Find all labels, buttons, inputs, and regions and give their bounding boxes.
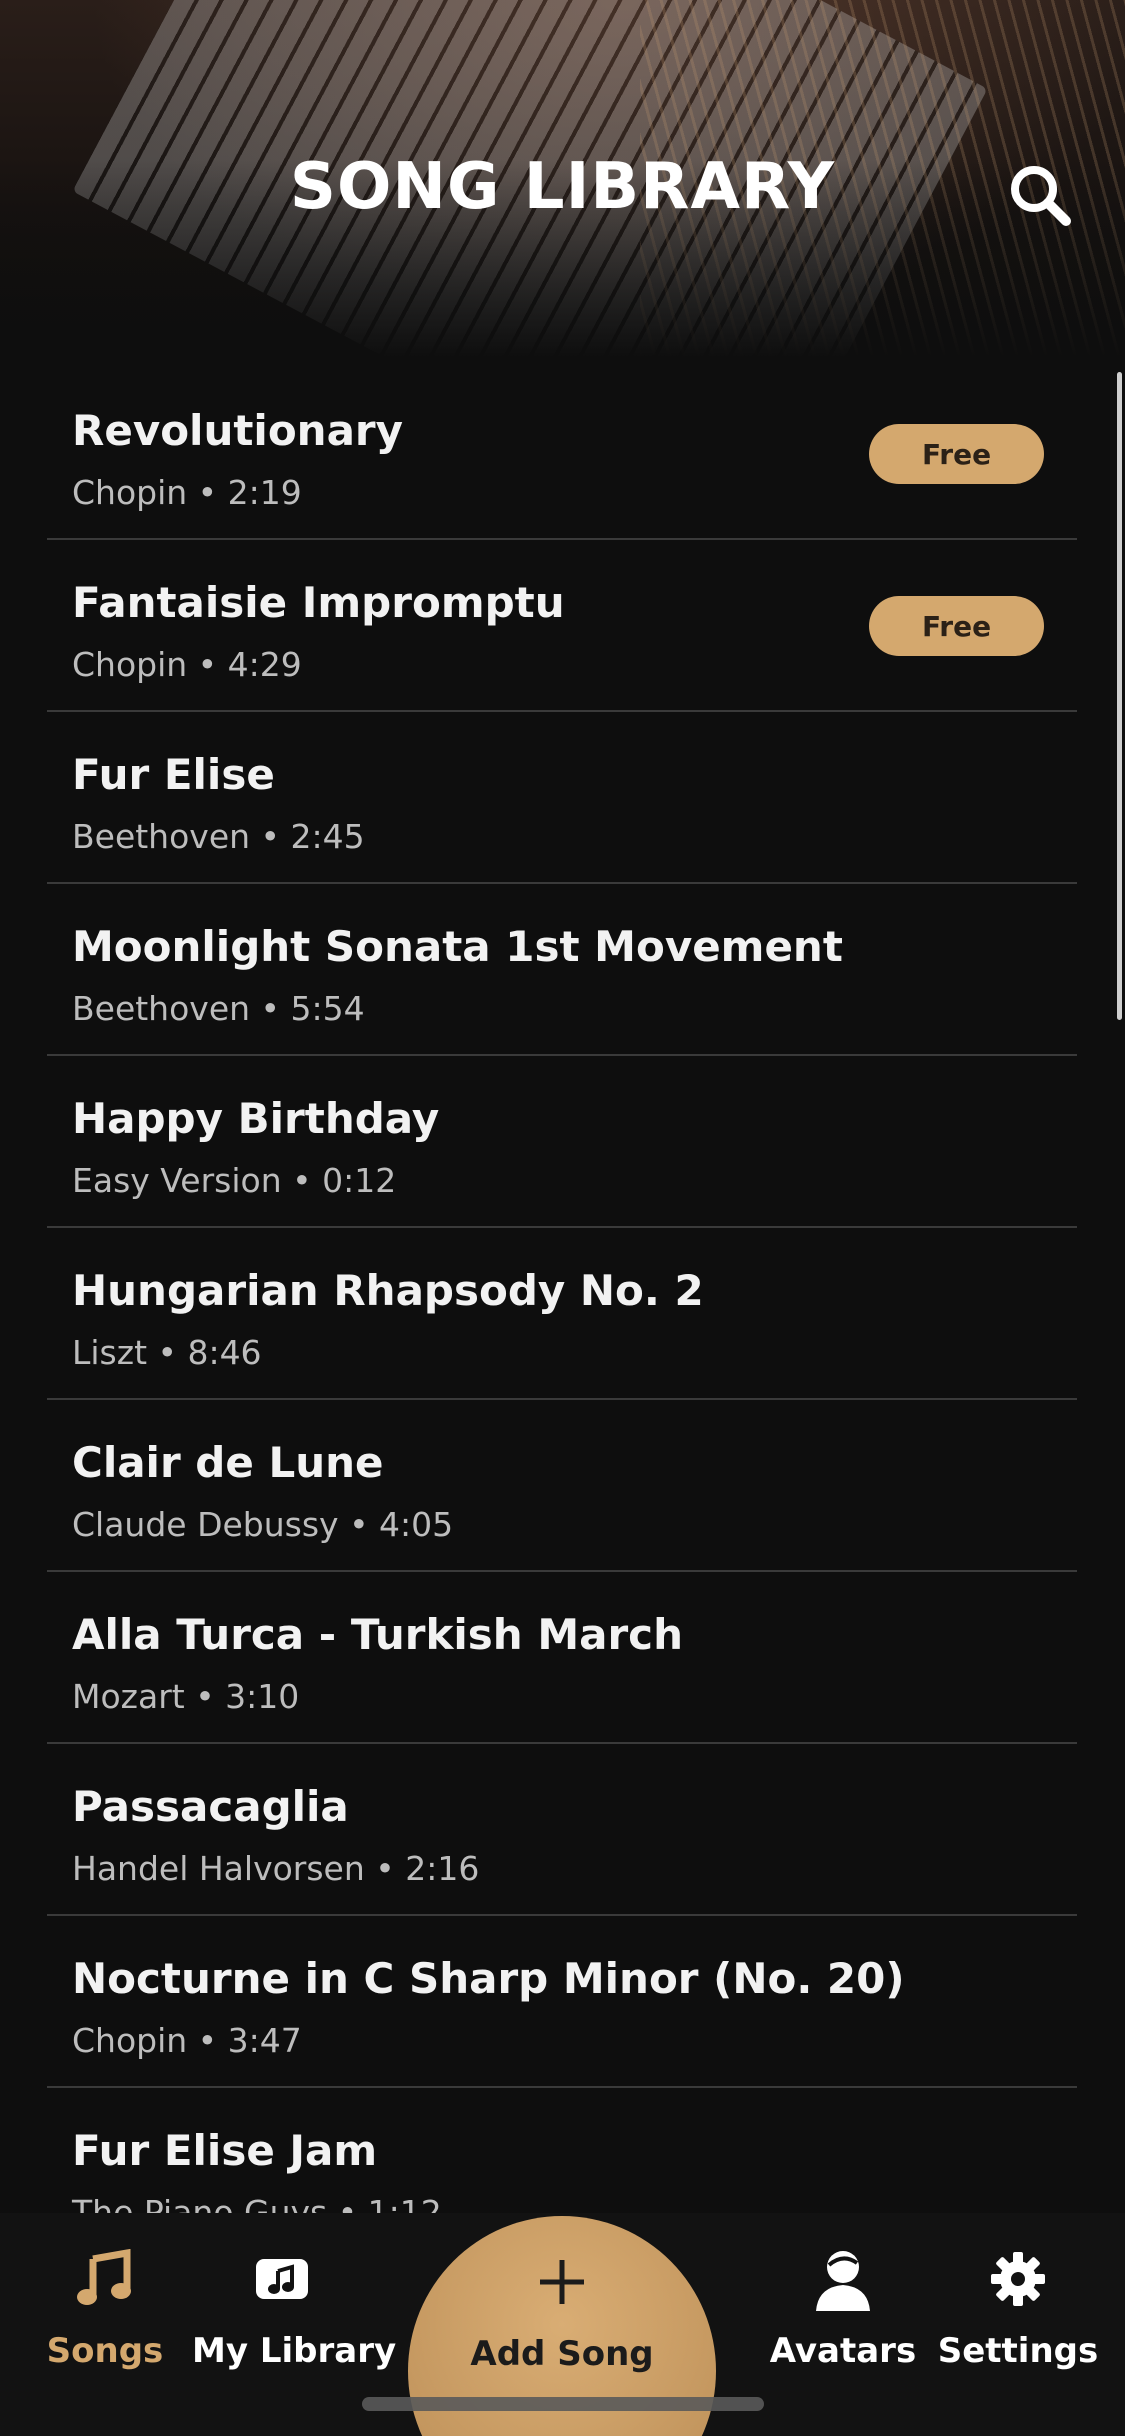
song-row[interactable]: Revolutionary Chopin • 2:19 Free (47, 368, 1077, 540)
page-title: SONG LIBRARY (289, 150, 836, 224)
song-title: Revolutionary (72, 406, 404, 455)
tab-avatars[interactable]: Avatars (753, 2245, 933, 2395)
song-row[interactable]: Clair de Lune Claude Debussy • 4:05 (47, 1400, 1077, 1572)
song-library-screen: SONG LIBRARY Revolutionary Chopin • 2:19… (0, 0, 1125, 2436)
song-title: Fantaisie Impromptu (72, 578, 565, 627)
song-title: Passacaglia (72, 1782, 349, 1831)
song-meta: Chopin • 3:47 (72, 2021, 302, 2060)
song-meta: The Piano Guys • 1:12 (72, 2193, 442, 2213)
song-row[interactable]: Fur Elise Jam The Piano Guys • 1:12 (47, 2088, 1077, 2213)
song-row[interactable]: Nocturne in C Sharp Minor (No. 20) Chopi… (47, 1916, 1077, 2088)
song-title: Hungarian Rhapsody No. 2 (72, 1266, 704, 1315)
song-row[interactable]: Alla Turca - Turkish March Mozart • 3:10 (47, 1572, 1077, 1744)
song-meta: Beethoven • 5:54 (72, 989, 365, 1028)
song-title: Fur Elise Jam (72, 2126, 378, 2175)
search-button[interactable] (1000, 155, 1080, 235)
song-title: Moonlight Sonata 1st Movement (72, 922, 843, 971)
tab-my-library-label: My Library (192, 2331, 397, 2371)
free-badge[interactable]: Free (869, 596, 1044, 656)
song-title: Nocturne in C Sharp Minor (No. 20) (72, 1954, 905, 2003)
tab-my-library[interactable]: My Library (192, 2245, 397, 2395)
free-badge[interactable]: Free (869, 424, 1044, 484)
library-icon (256, 2259, 308, 2299)
list-scrollbar[interactable] (1117, 372, 1122, 1020)
song-list[interactable]: Revolutionary Chopin • 2:19 Free Fantais… (0, 368, 1125, 2213)
song-title: Clair de Lune (72, 1438, 384, 1487)
music-note-icon (77, 2249, 131, 2305)
tab-settings-label: Settings (937, 2331, 1099, 2371)
song-meta: Chopin • 4:29 (72, 645, 302, 684)
song-row[interactable]: Fur Elise Beethoven • 2:45 (47, 712, 1077, 884)
tab-songs-label: Songs (46, 2331, 164, 2371)
tab-avatars-label: Avatars (769, 2331, 917, 2371)
song-title: Alla Turca - Turkish March (72, 1610, 683, 1659)
song-meta: Handel Halvorsen • 2:16 (72, 1849, 480, 1888)
song-meta: Liszt • 8:46 (72, 1333, 262, 1372)
song-meta: Claude Debussy • 4:05 (72, 1505, 454, 1544)
gear-icon (991, 2252, 1045, 2306)
add-song-label: Add Song (470, 2334, 654, 2374)
tab-songs[interactable]: Songs (15, 2245, 195, 2395)
song-row[interactable]: Passacaglia Handel Halvorsen • 2:16 (47, 1744, 1077, 1916)
song-row[interactable]: Fantaisie Impromptu Chopin • 4:29 Free (47, 540, 1077, 712)
song-meta: Easy Version • 0:12 (72, 1161, 397, 1200)
plus-icon (540, 2260, 584, 2304)
home-indicator (362, 2397, 764, 2411)
song-meta: Chopin • 2:19 (72, 473, 302, 512)
song-row[interactable]: Happy Birthday Easy Version • 0:12 (47, 1056, 1077, 1228)
song-title: Happy Birthday (72, 1094, 440, 1143)
search-icon (1011, 166, 1071, 226)
song-title: Fur Elise (72, 750, 275, 799)
song-row[interactable]: Moonlight Sonata 1st Movement Beethoven … (47, 884, 1077, 1056)
avatar-icon (816, 2251, 870, 2311)
tab-settings[interactable]: Settings (928, 2245, 1108, 2395)
song-meta: Beethoven • 2:45 (72, 817, 365, 856)
song-row[interactable]: Hungarian Rhapsody No. 2 Liszt • 8:46 (47, 1228, 1077, 1400)
song-meta: Mozart • 3:10 (72, 1677, 300, 1716)
